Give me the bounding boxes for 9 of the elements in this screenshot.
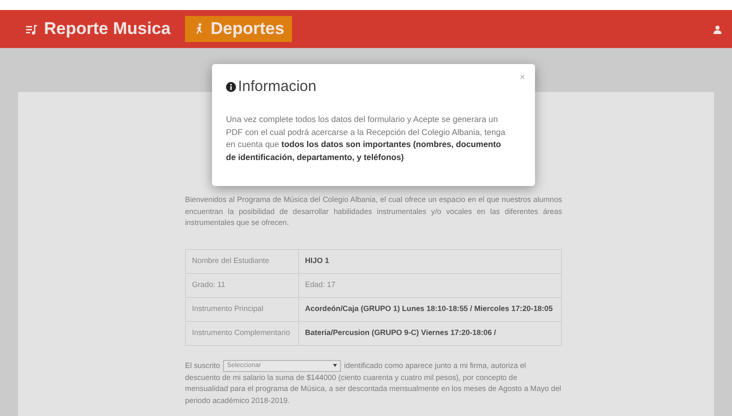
music-list-icon [26, 23, 38, 35]
modal-message: Una vez complete todos los datos del formulario y Acepte se generara un PDF con el cual podrá acercarse a la Recepción del Colegio Albania, tenga en cuenta que todos los datos son importantes (nombres, documento de identificación, departamento, y teléfonos) [226, 113, 506, 163]
nav-tab[interactable]: Deportes [184, 16, 292, 42]
caret-icon [333, 364, 338, 367]
close-button[interactable]: × [520, 72, 525, 82]
modal-title: Informacion [238, 78, 316, 95]
info-icon [226, 82, 236, 92]
user-icon[interactable] [713, 24, 722, 34]
nav-tab[interactable]: Reporte Musica [18, 16, 179, 42]
